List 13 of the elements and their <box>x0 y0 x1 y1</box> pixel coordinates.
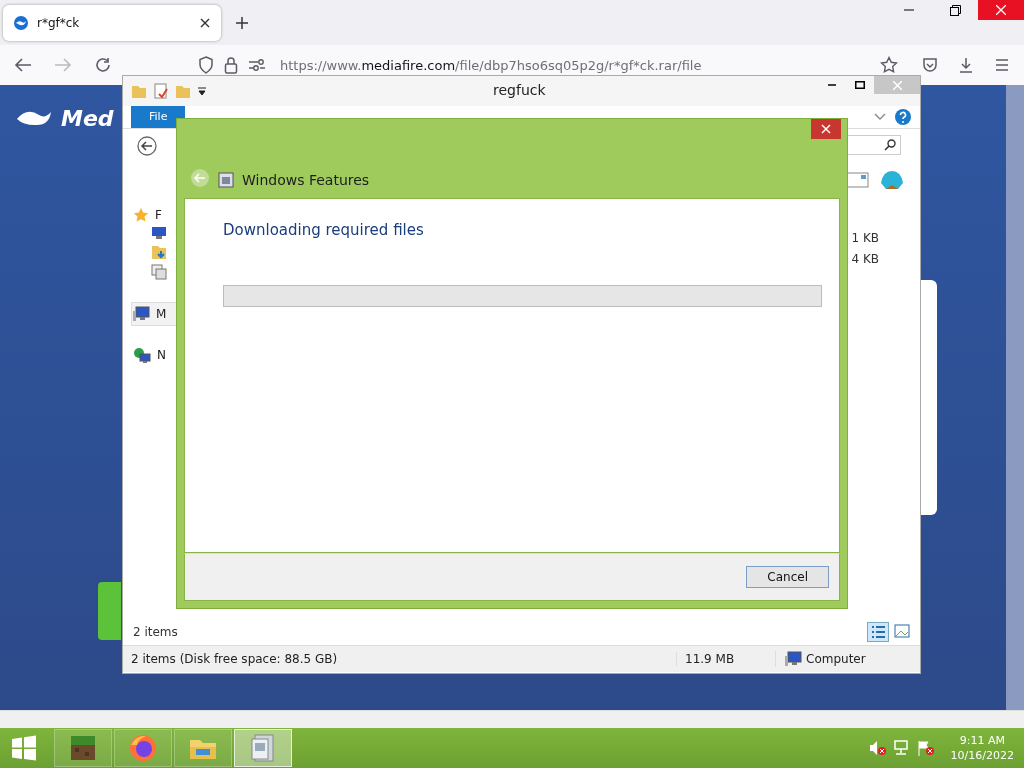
tab-title: r*gf*ck <box>37 15 81 30</box>
dialog-heading: Downloading required files <box>223 221 425 239</box>
clock-time: 9:11 AM <box>959 734 1005 747</box>
item-count: 2 items <box>133 625 178 639</box>
file-size: 1 KB <box>851 231 879 245</box>
status-location: Computer <box>806 652 866 666</box>
file-size: 4 KB <box>851 252 879 266</box>
status-size: 11.9 MB <box>676 652 775 666</box>
dialog-title: Windows Features <box>242 172 370 188</box>
window-title: regfuck <box>493 82 546 98</box>
clock-date: 10/16/2022 <box>950 749 1014 762</box>
logo-text: Med <box>61 105 114 131</box>
status-summary: 2 items (Disk free space: 88.5 GB) <box>130 652 339 666</box>
